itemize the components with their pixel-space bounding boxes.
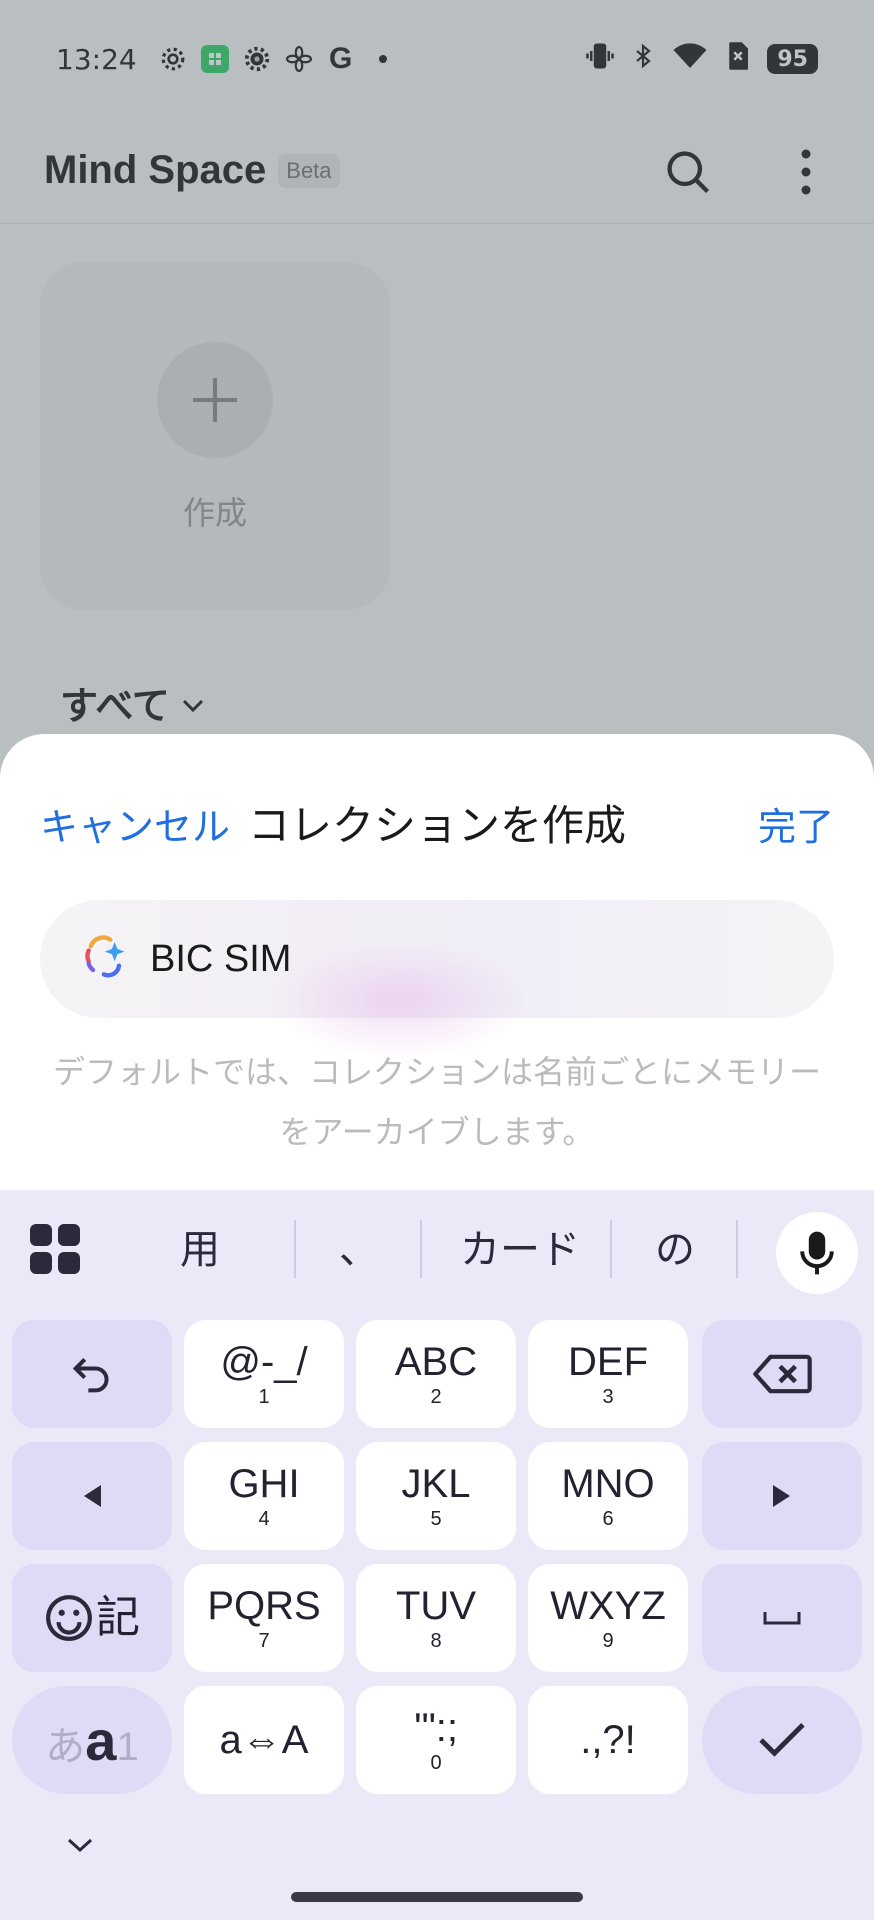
input-mode-key[interactable]: あa1 [12, 1686, 172, 1794]
case-toggle-label: a⇔A [219, 1718, 309, 1762]
mode-number: 1 [116, 1724, 139, 1769]
emoji-symbol-key[interactable]: 記 [12, 1564, 172, 1672]
key-1-label: @-_/ [220, 1340, 308, 1384]
arrow-right-icon [773, 1485, 790, 1507]
key-8-sub: 8 [430, 1630, 442, 1652]
navigation-handle[interactable] [291, 1892, 583, 1902]
suggestion-1[interactable]: 用 [150, 1220, 250, 1280]
emoji-icon [46, 1595, 92, 1641]
punctuation-key[interactable]: .,?! [528, 1686, 688, 1794]
collection-name-value: BIC SIM [150, 937, 292, 980]
checkmark-icon [759, 1723, 805, 1757]
symbol-key-label: 記 [96, 1593, 140, 1642]
enter-key[interactable] [702, 1686, 862, 1794]
key-3-sub: 3 [602, 1386, 614, 1408]
key-5[interactable]: JKL 5 [356, 1442, 516, 1550]
undo-icon [72, 1358, 109, 1393]
suggestion-2[interactable]: 、 [304, 1220, 414, 1280]
key-4-label: GHI [228, 1462, 300, 1506]
space-icon [763, 1612, 801, 1625]
hint-text: デフォルトでは、コレクションは名前ごとにメモリーをアーカイブします。 [52, 1053, 821, 1151]
suggestion-divider [294, 1220, 296, 1278]
key-5-sub: 5 [430, 1508, 442, 1530]
suggestion-bar: 用 、 カード の [0, 1190, 874, 1312]
collection-name-field[interactable]: BIC SIM [40, 900, 834, 1060]
mode-hiragana: あ [45, 1724, 86, 1769]
key-0-label: '":; [413, 1706, 459, 1750]
suggestion-4[interactable]: の [620, 1220, 730, 1280]
done-button[interactable]: 完了 [758, 796, 834, 851]
key-2-sub: 2 [430, 1386, 442, 1408]
suggestion-divider [736, 1220, 738, 1278]
mode-alpha: a [85, 1708, 117, 1772]
suggestion-divider [420, 1220, 422, 1278]
cursor-left-key[interactable] [12, 1442, 172, 1550]
case-toggle-key[interactable]: a⇔A [184, 1686, 344, 1794]
key-2-label: ABC [394, 1340, 478, 1384]
key-9-label: WXYZ [550, 1584, 666, 1628]
key-7-sub: 7 [258, 1630, 270, 1652]
undo-key[interactable] [12, 1320, 172, 1428]
cursor-right-key[interactable] [702, 1442, 862, 1550]
input-mode-label: あa1 [45, 1708, 138, 1773]
backspace-key[interactable] [702, 1320, 862, 1428]
suggestion-3[interactable]: カード [430, 1220, 610, 1280]
key-1-sub: 1 [258, 1386, 270, 1408]
punctuation-label: .,?! [580, 1718, 636, 1762]
ai-sparkle-icon [80, 931, 132, 987]
keyboard: 用 、 カード の @-_/ 1 ABC 2 DEF 3 GHI 4 JKL 5 [0, 1190, 874, 1920]
keyboard-menu-icon[interactable] [30, 1224, 80, 1274]
sheet-title: コレクションを作成 [247, 801, 626, 850]
key-9-sub: 9 [602, 1630, 614, 1652]
key-7[interactable]: PQRS 7 [184, 1564, 344, 1672]
key-2[interactable]: ABC 2 [356, 1320, 516, 1428]
key-3[interactable]: DEF 3 [528, 1320, 688, 1428]
backspace-icon [753, 1354, 812, 1394]
key-7-label: PQRS [207, 1584, 321, 1628]
key-6-label: MNO [561, 1462, 655, 1506]
key-6[interactable]: MNO 6 [528, 1442, 688, 1550]
sheet-header: キャンセル コレクションを作成 完了 [0, 734, 874, 904]
hide-keyboard-icon[interactable] [66, 1836, 94, 1858]
key-8[interactable]: TUV 8 [356, 1564, 516, 1672]
key-0[interactable]: '":; 0 [356, 1686, 516, 1794]
key-4-sub: 4 [258, 1508, 270, 1530]
key-1[interactable]: @-_/ 1 [184, 1320, 344, 1428]
key-5-label: JKL [401, 1462, 471, 1506]
space-key[interactable] [702, 1564, 862, 1672]
key-8-label: TUV [396, 1584, 476, 1628]
key-9[interactable]: WXYZ 9 [528, 1564, 688, 1672]
microphone-icon[interactable] [776, 1212, 858, 1294]
key-3-label: DEF [568, 1340, 648, 1384]
arrow-left-icon [84, 1485, 101, 1507]
key-6-sub: 6 [602, 1508, 614, 1530]
key-4[interactable]: GHI 4 [184, 1442, 344, 1550]
key-0-sub: 0 [430, 1752, 442, 1774]
suggestion-divider [610, 1220, 612, 1278]
